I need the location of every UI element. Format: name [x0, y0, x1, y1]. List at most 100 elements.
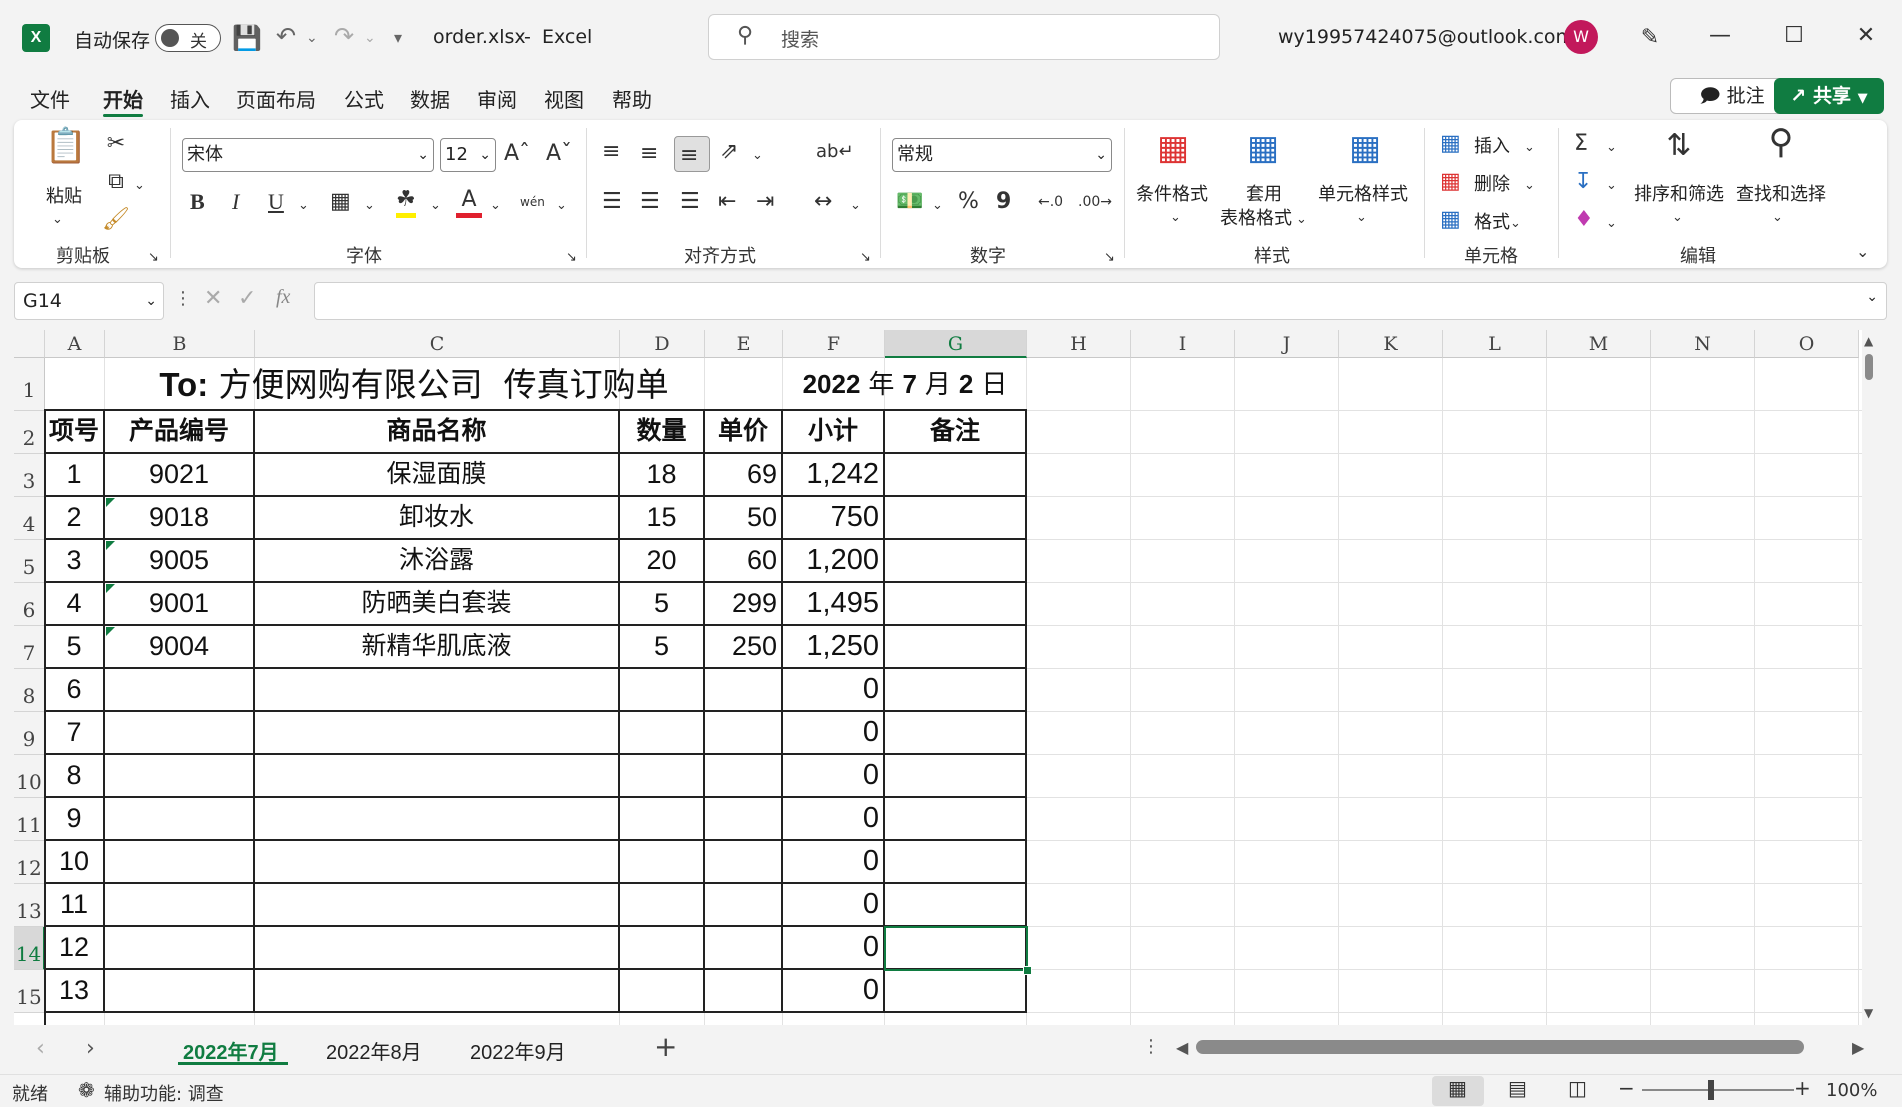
table-cell-code[interactable]	[105, 927, 255, 970]
paste-icon[interactable]: 📋	[44, 129, 88, 163]
table-cell-subtotal[interactable]: 0	[783, 712, 885, 755]
column-header-i[interactable]: I	[1131, 330, 1235, 358]
tab-insert[interactable]: 插入	[170, 84, 210, 113]
accessibility-status[interactable]: 辅助功能: 调查	[104, 1080, 224, 1106]
select-all-corner[interactable]	[14, 330, 45, 358]
tab-page-layout[interactable]: 页面布局	[236, 84, 316, 113]
table-cell-price[interactable]	[705, 798, 783, 841]
decrease-indent-icon[interactable]: ⇤	[718, 188, 736, 216]
header-cell[interactable]: 小计	[783, 411, 885, 454]
currency-dropdown-icon[interactable]: ⌄	[932, 192, 943, 220]
table-cell-subtotal[interactable]: 0	[783, 798, 885, 841]
table-cell-price[interactable]	[705, 755, 783, 798]
decrease-font-icon[interactable]: Aˇ	[546, 140, 572, 168]
table-cell-note[interactable]	[885, 755, 1027, 798]
table-cell-item[interactable]: 13	[45, 970, 105, 1013]
table-cell-subtotal[interactable]: 0	[783, 755, 885, 798]
scroll-right-icon[interactable]: ▶	[1852, 1038, 1864, 1057]
accessibility-icon[interactable]: ❁	[78, 1078, 95, 1102]
next-sheet-icon[interactable]: ›	[86, 1036, 95, 1061]
table-cell-subtotal[interactable]: 1,495	[783, 583, 885, 626]
table-cell-name[interactable]	[255, 841, 620, 884]
row-header-8[interactable]: 8	[14, 669, 45, 712]
increase-indent-icon[interactable]: ⇥	[756, 188, 774, 216]
table-cell-qty[interactable]: 20	[620, 540, 705, 583]
column-header-h[interactable]: H	[1027, 330, 1131, 358]
row-header-9[interactable]: 9	[14, 712, 45, 755]
merge-dropdown-icon[interactable]: ⌄	[850, 192, 861, 220]
share-button[interactable]: ↗ 共享 ▼	[1774, 78, 1884, 114]
table-cell-note[interactable]	[885, 798, 1027, 841]
table-cell-price[interactable]	[705, 841, 783, 884]
table-cell-subtotal[interactable]: 0	[783, 970, 885, 1013]
scroll-left-icon[interactable]: ◀	[1176, 1038, 1188, 1057]
table-cell-code[interactable]: 9021	[105, 454, 255, 497]
table-cell-note[interactable]	[885, 626, 1027, 669]
table-cell-price[interactable]	[705, 712, 783, 755]
header-cell[interactable]: 项号	[45, 411, 105, 454]
close-icon[interactable]: ✕	[1846, 22, 1886, 50]
header-cell[interactable]: 备注	[885, 411, 1027, 454]
phonetic-icon[interactable]: wén	[520, 188, 545, 216]
table-cell-name[interactable]	[255, 884, 620, 927]
format-cells-icon[interactable]: ▦	[1440, 206, 1461, 234]
table-cell-qty[interactable]: 15	[620, 497, 705, 540]
zoom-out-icon[interactable]: −	[1618, 1076, 1635, 1100]
table-cell-subtotal[interactable]: 1,200	[783, 540, 885, 583]
clear-icon[interactable]: ♦	[1574, 206, 1594, 234]
table-cell-qty[interactable]	[620, 669, 705, 712]
currency-icon[interactable]: 💵	[896, 188, 923, 216]
column-header-k[interactable]: K	[1339, 330, 1443, 358]
paste-label[interactable]: 粘贴	[46, 182, 82, 208]
table-cell-price[interactable]	[705, 970, 783, 1013]
comma-button[interactable]: 9	[996, 188, 1011, 216]
enter-icon[interactable]: ✓	[238, 286, 256, 311]
copy-dropdown-icon[interactable]: ⌄	[134, 172, 145, 200]
italic-button[interactable]: I	[232, 188, 239, 216]
minimize-icon[interactable]: —	[1700, 22, 1740, 50]
title-cell[interactable]: To: 方便网购有限公司 传真订购单	[45, 358, 783, 411]
row-header-13[interactable]: 13	[14, 884, 45, 927]
orientation-icon[interactable]: ⇗	[720, 138, 738, 166]
table-cell-qty[interactable]: 18	[620, 454, 705, 497]
vertical-scrollbar-thumb[interactable]	[1865, 354, 1873, 380]
table-cell-qty[interactable]	[620, 970, 705, 1013]
table-cell-price[interactable]: 69	[705, 454, 783, 497]
table-cell-note[interactable]	[885, 583, 1027, 626]
row-header-2[interactable]: 2	[14, 411, 45, 454]
borders-icon[interactable]: ▦	[330, 188, 351, 216]
insert-function-icon[interactable]: fx	[276, 286, 290, 309]
table-cell-price[interactable]: 50	[705, 497, 783, 540]
undo-icon[interactable]: ↶	[276, 22, 296, 50]
phonetic-dropdown-icon[interactable]: ⌄	[556, 192, 567, 220]
header-cell[interactable]: 产品编号	[105, 411, 255, 454]
insert-cells-label[interactable]: 插入	[1474, 132, 1510, 158]
table-cell-code[interactable]: 9001	[105, 583, 255, 626]
table-cell-subtotal[interactable]: 0	[783, 841, 885, 884]
table-cell-qty[interactable]	[620, 798, 705, 841]
table-cell-qty[interactable]	[620, 927, 705, 970]
format-as-table-label-2[interactable]: 表格格式	[1220, 204, 1292, 230]
increase-font-icon[interactable]: Aˆ	[504, 140, 530, 168]
conditional-format-dropdown-icon[interactable]: ⌄	[1170, 204, 1181, 232]
column-header-d[interactable]: D	[620, 330, 705, 358]
table-cell-note[interactable]	[885, 884, 1027, 927]
font-size-select[interactable]: 12 ⌄	[440, 138, 496, 172]
tab-file[interactable]: 文件	[30, 84, 70, 113]
table-cell-qty[interactable]	[620, 884, 705, 927]
orientation-dropdown-icon[interactable]: ⌄	[752, 142, 763, 170]
prev-sheet-icon[interactable]: ‹	[36, 1036, 45, 1061]
decrease-decimal-icon[interactable]: .00→	[1078, 188, 1112, 216]
more-sheets-icon[interactable]: ⋮	[1142, 1036, 1160, 1057]
increase-decimal-icon[interactable]: ←.0	[1038, 188, 1063, 216]
customize-qat-icon[interactable]: ▾	[394, 24, 402, 52]
tab-formulas[interactable]: 公式	[344, 84, 384, 113]
column-header-o[interactable]: O	[1755, 330, 1859, 358]
page-break-view-icon[interactable]: ◫	[1568, 1076, 1587, 1100]
table-cell-subtotal[interactable]: 1,250	[783, 626, 885, 669]
pen-icon[interactable]: ✎	[1630, 24, 1670, 52]
fill-color-icon[interactable]: ☘	[396, 186, 416, 218]
table-cell-price[interactable]	[705, 884, 783, 927]
table-cell-name[interactable]: 保湿面膜	[255, 454, 620, 497]
tab-data[interactable]: 数据	[410, 84, 450, 113]
